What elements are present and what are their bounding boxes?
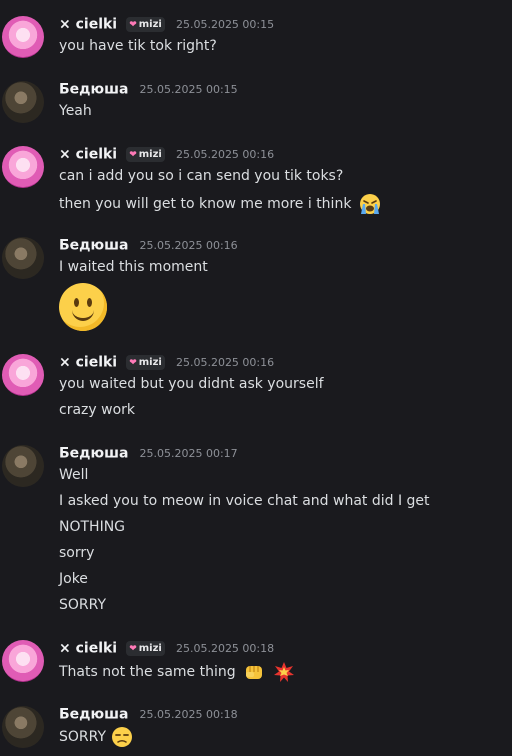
clan-tag[interactable]: ❤ mizi <box>126 147 165 162</box>
message-text: I waited this moment <box>59 259 208 275</box>
message-text: then you will get to know me more i thin… <box>59 196 352 212</box>
timestamp: 25.05.2025 00:18 <box>175 642 275 655</box>
message-text: Joke <box>59 571 88 587</box>
clan-tag[interactable]: ❤ mizi <box>126 641 165 656</box>
loudly-crying-face-icon[interactable] <box>359 193 381 215</box>
username[interactable]: × cielki <box>59 17 117 33</box>
message-header: × cielki ❤ mizi 25.05.2025 00:15 <box>59 14 274 34</box>
message-header: × cielki ❤ mizi 25.05.2025 00:16 <box>59 144 274 164</box>
message-header: × cielki ❤ mizi 25.05.2025 00:16 <box>59 352 274 372</box>
message-text: Thats not the same thing <box>59 664 236 680</box>
message-header: Бедюша 25.05.2025 00:15 <box>59 79 238 99</box>
username[interactable]: Бедюша <box>59 238 128 254</box>
clan-tag-label: mizi <box>138 643 162 654</box>
avatar[interactable] <box>2 81 44 123</box>
avatar[interactable] <box>2 706 44 748</box>
message-text: SORRY <box>59 729 107 745</box>
oncoming-fist-icon[interactable] <box>243 662 265 682</box>
username[interactable]: × cielki <box>59 147 117 163</box>
timestamp: 25.05.2025 00:18 <box>139 708 238 721</box>
collision-icon[interactable] <box>273 661 295 683</box>
unamused-face-icon[interactable] <box>111 726 133 748</box>
heart-icon: ❤ <box>129 20 137 30</box>
message-text: can i add you so i can send you tik toks… <box>59 168 344 184</box>
avatar[interactable] <box>2 16 44 58</box>
message-line: Thats not the same thing <box>59 661 295 683</box>
avatar[interactable] <box>2 146 44 188</box>
timestamp: 25.05.2025 00:16 <box>139 239 238 252</box>
timestamp: 25.05.2025 00:16 <box>175 356 275 369</box>
avatar[interactable] <box>2 445 44 487</box>
avatar[interactable] <box>2 237 44 279</box>
message-text: Yeah <box>59 103 92 119</box>
message-text: you waited but you didnt ask yourself <box>59 376 324 392</box>
message-text: I asked you to meow in voice chat and wh… <box>59 493 430 509</box>
message-line: then you will get to know me more i thin… <box>59 193 381 215</box>
username[interactable]: × cielki <box>59 641 117 657</box>
clan-tag[interactable]: ❤ mizi <box>126 355 165 370</box>
message-text: you have tik tok right? <box>59 38 217 54</box>
message-header: Бедюша 25.05.2025 00:17 <box>59 443 238 463</box>
message-header: × cielki ❤ mizi 25.05.2025 00:18 <box>59 638 274 658</box>
timestamp: 25.05.2025 00:15 <box>175 18 275 31</box>
clan-tag-label: mizi <box>138 149 162 160</box>
timestamp: 25.05.2025 00:16 <box>175 148 275 161</box>
message-text: crazy work <box>59 402 135 418</box>
username[interactable]: Бедюша <box>59 707 128 723</box>
username[interactable]: × cielki <box>59 355 117 371</box>
heart-icon: ❤ <box>129 644 137 654</box>
message-header: Бедюша 25.05.2025 00:18 <box>59 704 238 724</box>
username[interactable]: Бедюша <box>59 446 128 462</box>
clan-tag-label: mizi <box>138 357 162 368</box>
username[interactable]: Бедюша <box>59 82 128 98</box>
heart-icon: ❤ <box>129 150 137 160</box>
avatar[interactable] <box>2 640 44 682</box>
clan-tag[interactable]: ❤ mizi <box>126 17 165 32</box>
message-text: sorry <box>59 545 95 561</box>
message-header: Бедюша 25.05.2025 00:16 <box>59 235 238 255</box>
slightly-smiling-face-icon[interactable] <box>59 283 107 331</box>
avatar[interactable] <box>2 354 44 396</box>
message-text: NOTHING <box>59 519 126 535</box>
message-line: SORRY <box>59 726 133 748</box>
message-text: Well <box>59 467 89 483</box>
clan-tag-label: mizi <box>138 19 162 30</box>
message-text: SORRY <box>59 597 107 613</box>
timestamp: 25.05.2025 00:17 <box>139 447 238 460</box>
heart-icon: ❤ <box>129 358 137 368</box>
timestamp: 25.05.2025 00:15 <box>139 83 238 96</box>
